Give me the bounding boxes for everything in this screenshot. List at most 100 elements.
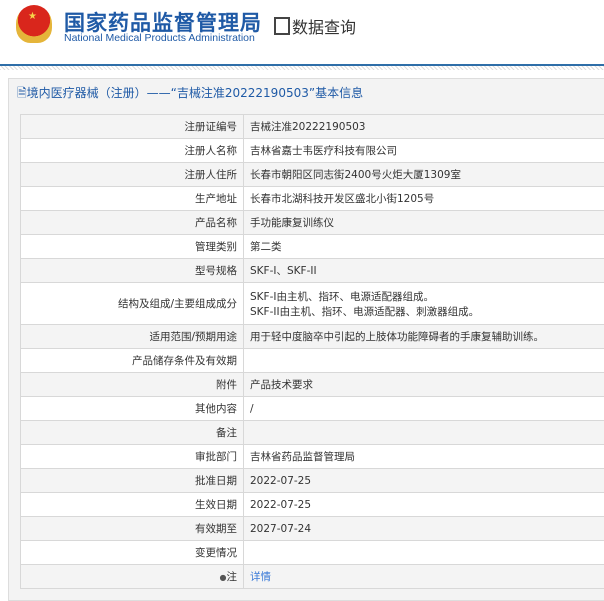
- row-value-text: SKF-I由主机、指环、电源适配器组成。: [250, 290, 434, 303]
- table-row: 批准日期 2022-07-25: [20, 468, 604, 493]
- row-label-text: 其他内容: [195, 403, 237, 415]
- row-value-text: 长春市朝阳区同志街2400号火炬大厦1309室: [250, 169, 461, 181]
- row-label-text: 生产地址: [195, 193, 237, 205]
- row-label: 其他内容: [20, 396, 244, 421]
- table-row: 管理类别 第二类: [20, 234, 604, 259]
- row-value-text: 吉林省药品监督管理局: [250, 451, 355, 463]
- row-value: 吉林省药品监督管理局: [243, 444, 604, 469]
- row-value: [243, 540, 604, 565]
- row-label: 结构及组成/主要组成成分: [20, 282, 244, 325]
- row-label-text: 适用范围/预期用途: [149, 331, 237, 343]
- table-row: 变更情况: [20, 540, 604, 565]
- table-row: 生效日期 2022-07-25: [20, 492, 604, 517]
- panel-title-text: 境内医疗器械（注册）——“吉械注准20222190503”基本信息: [26, 86, 364, 100]
- org-name-en: National Medical Products Administration: [64, 32, 255, 44]
- table-row: 生产地址 长春市北湖科技开发区盛北小街1205号: [20, 186, 604, 211]
- table-row: ●注 详情: [20, 564, 604, 589]
- row-label-text: 管理类别: [195, 241, 237, 253]
- row-label-text: 注册人住所: [184, 169, 238, 181]
- row-label: 产品储存条件及有效期: [20, 348, 244, 373]
- table-row: 注册证编号 吉械注准20222190503: [20, 114, 604, 139]
- detail-panel: 🗎境内医疗器械（注册）——“吉械注准20222190503”基本信息 注册证编号…: [8, 78, 604, 601]
- row-label-text: 注: [226, 571, 238, 583]
- row-value-text: /: [250, 402, 254, 415]
- row-label: 变更情况: [20, 540, 244, 565]
- row-value: [243, 420, 604, 445]
- table-row: 型号规格 SKF-I、SKF-II: [20, 258, 604, 283]
- row-value-text: 产品技术要求: [250, 379, 313, 391]
- row-label: 审批部门: [20, 444, 244, 469]
- row-label-text: 结构及组成/主要组成成分: [117, 298, 237, 310]
- table-row: 其他内容 /: [20, 396, 604, 421]
- row-value-text: 长春市北湖科技开发区盛北小街1205号: [250, 193, 435, 205]
- row-label: 有效期至: [20, 516, 244, 541]
- row-label-text: 备注: [216, 427, 237, 439]
- row-value-text: 手功能康复训练仪: [250, 217, 334, 229]
- row-value: SKF-I由主机、指环、电源适配器组成。 SKF-II由主机、指环、电源适配器、刺…: [243, 282, 604, 325]
- table-row: 产品储存条件及有效期: [20, 348, 604, 373]
- row-value: 长春市北湖科技开发区盛北小街1205号: [243, 186, 604, 211]
- row-label: 管理类别: [20, 234, 244, 259]
- table-row: 注册人住所 长春市朝阳区同志街2400号火炬大厦1309室: [20, 162, 604, 187]
- table-row: 产品名称 手功能康复训练仪: [20, 210, 604, 235]
- row-value: 吉林省嘉士韦医疗科技有限公司: [243, 138, 604, 163]
- row-label: ●注: [20, 564, 244, 589]
- row-label: 生产地址: [20, 186, 244, 211]
- row-label: 附件: [20, 372, 244, 397]
- details-link[interactable]: 详情: [250, 571, 271, 583]
- row-value-text: 2022-07-25: [250, 474, 312, 487]
- row-label-text: 审批部门: [195, 451, 237, 463]
- row-value-text-2: SKF-II由主机、指环、电源适配器、刺激器组成。: [250, 305, 480, 318]
- row-value: 吉械注准20222190503: [243, 114, 604, 139]
- table-row: 有效期至 2027-07-24: [20, 516, 604, 541]
- row-value-text: 用于轻中度脑卒中引起的上肢体功能障碍者的手康复辅助训练。: [250, 331, 544, 343]
- row-value: 2022-07-25: [243, 468, 604, 493]
- row-value-text: 吉械注准20222190503: [250, 121, 366, 133]
- row-label-text: 产品储存条件及有效期: [132, 355, 237, 367]
- row-value: 用于轻中度脑卒中引起的上肢体功能障碍者的手康复辅助训练。: [243, 324, 604, 349]
- row-value-text: 吉林省嘉士韦医疗科技有限公司: [250, 145, 397, 157]
- row-label-text: 注册人名称: [184, 145, 238, 157]
- row-value: 2027-07-24: [243, 516, 604, 541]
- row-label-text: 附件: [216, 379, 237, 391]
- row-value-text: 2022-07-25: [250, 498, 312, 511]
- row-label-text: 批准日期: [195, 475, 237, 487]
- row-label-text: 有效期至: [195, 523, 237, 535]
- document-search-icon: [274, 17, 290, 35]
- document-icon: 🗎: [17, 86, 27, 100]
- table-row: 结构及组成/主要组成成分 SKF-I由主机、指环、电源适配器组成。 SKF-II由主…: [20, 282, 604, 325]
- site-header: ★ 国家药品监督管理局 National Medical Products Ad…: [0, 0, 604, 62]
- row-value: 第二类: [243, 234, 604, 259]
- row-label-text: 型号规格: [195, 265, 237, 277]
- row-label: 适用范围/预期用途: [20, 324, 244, 349]
- row-label-text: 注册证编号: [184, 121, 238, 133]
- row-value: /: [243, 396, 604, 421]
- row-value-text: 2027-07-24: [250, 522, 312, 535]
- row-label-text: 变更情况: [195, 547, 237, 559]
- row-value: 产品技术要求: [243, 372, 604, 397]
- row-label: 注册证编号: [20, 114, 244, 139]
- row-value: 2022-07-25: [243, 492, 604, 517]
- panel-title: 🗎境内医疗器械（注册）——“吉械注准20222190503”基本信息: [9, 79, 604, 107]
- row-value: SKF-I、SKF-II: [243, 258, 604, 283]
- row-value-text: SKF-I、SKF-II: [250, 265, 317, 277]
- row-value: 手功能康复训练仪: [243, 210, 604, 235]
- row-label-text: 生效日期: [195, 499, 237, 511]
- row-label: 型号规格: [20, 258, 244, 283]
- bulb-icon: ●: [219, 573, 227, 582]
- row-label: 生效日期: [20, 492, 244, 517]
- row-value: [243, 348, 604, 373]
- table-row: 备注: [20, 420, 604, 445]
- data-query-label: 数据查询: [292, 18, 357, 37]
- detail-table: 注册证编号 吉械注准20222190503 注册人名称 吉林省嘉士韦医疗科技有限公司注…: [20, 114, 604, 589]
- row-value: 长春市朝阳区同志街2400号火炬大厦1309室: [243, 162, 604, 187]
- table-row: 审批部门 吉林省药品监督管理局: [20, 444, 604, 469]
- data-query-link[interactable]: 数据查询: [274, 14, 356, 38]
- row-label: 批准日期: [20, 468, 244, 493]
- row-label: 产品名称: [20, 210, 244, 235]
- row-label: 备注: [20, 420, 244, 445]
- table-row: 适用范围/预期用途 用于轻中度脑卒中引起的上肢体功能障碍者的手康复辅助训练。: [20, 324, 604, 349]
- hatch-divider: [0, 66, 604, 70]
- row-label-text: 产品名称: [195, 217, 237, 229]
- table-row: 附件 产品技术要求: [20, 372, 604, 397]
